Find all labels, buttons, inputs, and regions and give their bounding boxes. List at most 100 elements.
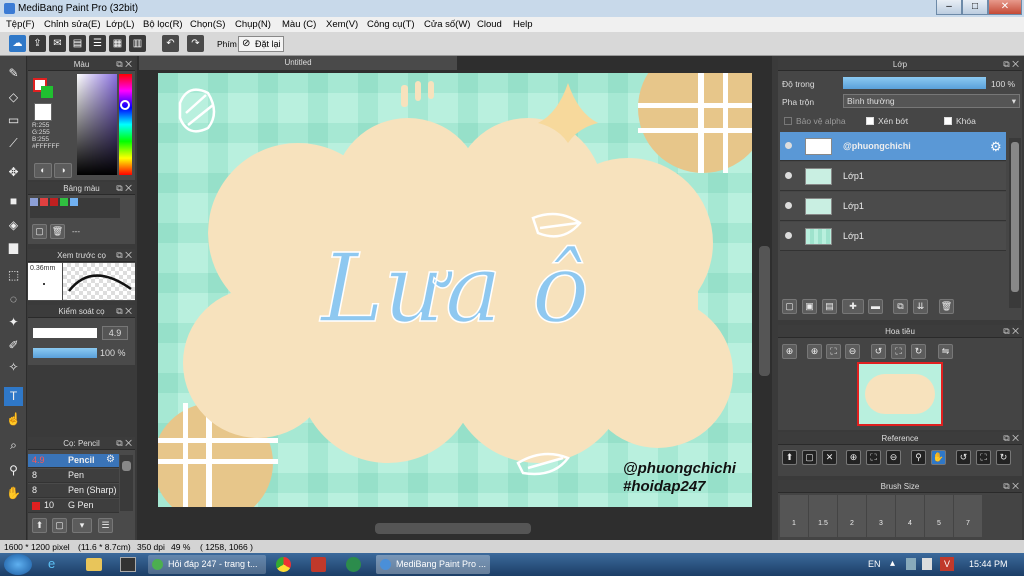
swatch[interactable] — [30, 198, 38, 206]
panel-close-icon[interactable]: ⧉ ✕ — [1003, 480, 1019, 493]
select-eraser-icon[interactable]: ✧ — [4, 358, 23, 377]
new-layer-icon[interactable]: ▢ — [782, 299, 797, 314]
secondary-color-swatch[interactable] — [41, 86, 53, 98]
panel-close-icon[interactable]: ⧉ ✕ — [116, 58, 132, 71]
menu-tools[interactable]: Công cụ(T) — [367, 19, 415, 30]
close-button[interactable]: ✕ — [988, 0, 1022, 15]
fill-rect-tool-icon[interactable]: ■ — [4, 192, 23, 211]
layer-row[interactable]: Lớp1 — [780, 222, 1006, 251]
menu-view[interactable]: Xem(V) — [326, 19, 358, 30]
layout-icon[interactable]: ▥ — [129, 35, 146, 52]
reset-button[interactable]: ⊘ Đặt lại — [238, 36, 284, 52]
brush-size-value[interactable]: 4.9 — [102, 326, 128, 340]
drawing-canvas[interactable]: Lưa ô @phuongchichi #hoidap247 — [158, 73, 752, 507]
swatch[interactable] — [70, 198, 78, 206]
new-halftone-layer-icon[interactable]: ▣ — [802, 299, 817, 314]
brush-size-slider[interactable] — [33, 328, 97, 338]
zoom-out-icon[interactable]: ⊖ — [886, 450, 901, 465]
clipping-checkbox[interactable] — [866, 117, 874, 125]
ie-icon[interactable]: e — [48, 556, 68, 573]
panel-close-icon[interactable]: ⧉ ✕ — [116, 182, 132, 195]
horizontal-scrollbar[interactable] — [375, 523, 531, 534]
visibility-icon[interactable] — [785, 142, 792, 149]
layer-row[interactable]: Lớp1 — [780, 162, 1006, 191]
vivaldi-icon[interactable]: V — [940, 557, 954, 571]
media-icon[interactable] — [120, 557, 136, 572]
minimize-button[interactable]: – — [936, 0, 962, 15]
app-icon[interactable] — [346, 557, 361, 572]
menu-capture[interactable]: Chụp(N) — [235, 19, 271, 30]
panel-close-icon[interactable]: ⧉ ✕ — [1003, 432, 1019, 445]
tray-arrow-icon[interactable]: ▴ — [890, 558, 895, 569]
page-icon[interactable]: ▤ — [69, 35, 86, 52]
menu-window[interactable]: Cửa số(W) — [424, 19, 470, 30]
app-icon[interactable] — [311, 557, 326, 572]
fit-icon[interactable]: ⛶ — [826, 344, 841, 359]
rotate-right-icon[interactable]: ↻ — [996, 450, 1011, 465]
brush-item-g-pen[interactable]: 10 G Pen — [28, 499, 119, 513]
cloud-icon[interactable]: ☁ — [9, 35, 26, 52]
brush-item-pen-sharp[interactable]: 8 Pen (Sharp) — [28, 484, 119, 498]
lock-checkbox[interactable] — [944, 117, 952, 125]
flip-icon[interactable]: ⇋ — [938, 344, 953, 359]
transparent-swatch[interactable] — [34, 103, 52, 121]
delete-layer-icon[interactable]: 🗑 — [939, 299, 954, 314]
share-icon[interactable]: ⇪ — [29, 35, 46, 52]
rotate-left-icon[interactable]: ↺ — [871, 344, 886, 359]
eraser-tool-icon[interactable]: ◇ — [4, 88, 23, 107]
blend-mode-select[interactable]: Bình thường ▾ — [843, 94, 1020, 108]
gear-icon[interactable]: ⚙ — [106, 454, 115, 465]
panel-close-icon[interactable]: ⧉ ✕ — [116, 305, 132, 318]
select-tool-icon[interactable]: ⬚ — [4, 266, 23, 285]
bucket-tool-icon[interactable]: ◈ — [4, 216, 23, 235]
menu-cloud[interactable]: Cloud — [477, 19, 502, 30]
hue-handle[interactable] — [120, 100, 130, 110]
duplicate-layer-icon[interactable]: ⧉ — [893, 299, 908, 314]
move-tool-icon[interactable]: ✥ — [4, 163, 23, 182]
brush-opacity-slider[interactable] — [33, 348, 97, 358]
menu-edit[interactable]: Chỉnh sửa(E) — [44, 19, 101, 30]
menu-filter[interactable]: Bộ lọc(R) — [143, 19, 183, 30]
brush-list-scrollbar[interactable] — [120, 455, 133, 511]
brush-size-cell[interactable]: 5 — [925, 495, 953, 537]
operation-tool-icon[interactable]: ☝ — [4, 410, 23, 429]
rectangle-tool-icon[interactable]: ▭ — [4, 111, 23, 130]
new-brush-icon[interactable]: ▢ — [52, 518, 67, 533]
chrome-icon[interactable] — [276, 557, 291, 572]
gradient-tool-icon[interactable]: ▆ — [4, 238, 23, 257]
brush-size-cell[interactable]: 3 — [867, 495, 895, 537]
panel-close-icon[interactable]: ⧉ ✕ — [1003, 325, 1019, 338]
eyedropper-icon[interactable]: ⚲ — [911, 450, 926, 465]
document-tab[interactable]: Untitled — [139, 56, 457, 70]
brush-size-cell[interactable]: 4 — [896, 495, 924, 537]
brush-menu-icon[interactable]: ▾ — [72, 518, 92, 533]
zoom-in-icon[interactable]: ⊕ — [782, 344, 797, 359]
menu-select[interactable]: Chọn(S) — [190, 19, 225, 30]
taskbar-item-browser[interactable]: Hỏi đáp 247 - trang t... — [148, 555, 266, 574]
visibility-icon[interactable] — [785, 232, 792, 239]
folder-icon[interactable] — [86, 558, 102, 571]
scroll-thumb[interactable] — [1011, 142, 1019, 292]
open-reference-icon[interactable]: ⬆ — [782, 450, 797, 465]
add-layer-menu-icon[interactable]: ✚ — [842, 299, 864, 314]
language-indicator[interactable]: EN — [868, 559, 881, 569]
text-tool-icon[interactable]: T — [4, 387, 23, 406]
grid-icon[interactable]: ▦ — [109, 35, 126, 52]
undo-icon[interactable]: ↶ — [162, 35, 179, 52]
layer-scrollbar[interactable] — [1009, 138, 1021, 308]
brush-size-cell[interactable]: 1.5 — [809, 495, 837, 537]
rotate-left-icon[interactable]: ↺ — [956, 450, 971, 465]
fit-icon[interactable]: ⛶ — [866, 450, 881, 465]
fit-window-icon[interactable]: ⛶ — [891, 344, 906, 359]
saturation-picker[interactable] — [77, 74, 117, 175]
document-icon[interactable]: ☰ — [89, 35, 106, 52]
layer-opacity-slider[interactable] — [843, 77, 986, 89]
delete-palette-icon[interactable]: 🗑 — [50, 224, 65, 239]
hand-icon[interactable]: ✋ — [931, 450, 946, 465]
zoom-out-icon[interactable]: ⊖ — [845, 344, 860, 359]
layer-row-selected[interactable]: @phuongchichi ⚙ — [780, 132, 1006, 161]
start-button-icon[interactable] — [4, 554, 32, 575]
menu-color[interactable]: Màu (C) — [282, 19, 316, 30]
brush-size-cell[interactable]: 7 — [954, 495, 982, 537]
taskbar-item-medibang[interactable]: MediBang Paint Pro ... — [376, 555, 490, 574]
